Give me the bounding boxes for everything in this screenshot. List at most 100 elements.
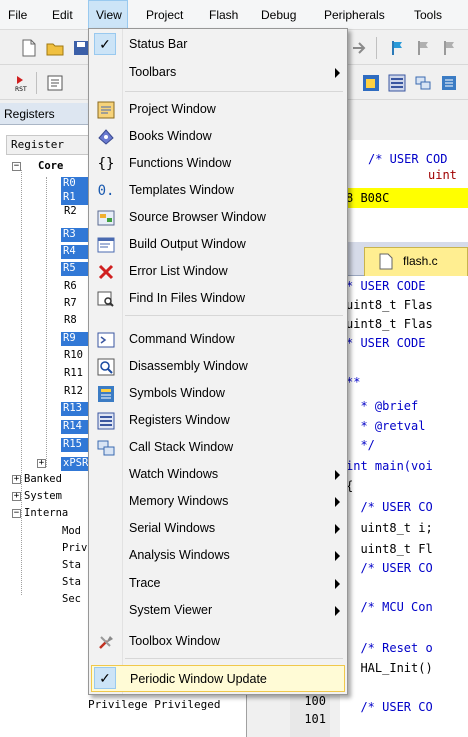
line-number-gutter: 100 101 xyxy=(290,692,330,737)
menu-item-status-bar[interactable]: ✓ Status Bar xyxy=(91,31,345,58)
menu-item-watch-windows[interactable]: Watch Windows xyxy=(91,461,345,488)
menu-item-call-stack-window[interactable]: Call Stack Window xyxy=(91,434,345,461)
menu-file[interactable]: File xyxy=(8,0,27,30)
menu-separator xyxy=(125,91,343,92)
register-r2[interactable]: R2 xyxy=(64,205,77,219)
menu-debug[interactable]: Debug xyxy=(261,0,296,30)
tab-flash-c[interactable]: flash.c xyxy=(364,247,468,276)
menu-item-label: Serial Windows xyxy=(129,521,216,535)
expand-banked-icon[interactable]: + xyxy=(12,475,21,484)
call-stack-icon xyxy=(97,440,115,456)
symbols-toolbar-icon[interactable] xyxy=(440,74,458,92)
menu-item-toolbars[interactable]: Toolbars xyxy=(91,59,345,86)
tree-internal-mode[interactable]: Mod xyxy=(62,525,81,539)
register-r12[interactable]: R12 xyxy=(64,385,83,399)
code-line: HAL_Init() xyxy=(346,661,433,675)
menu-item-label: Symbols Window xyxy=(129,386,225,400)
menu-item-label: Call Stack Window xyxy=(129,440,234,454)
reset-rst-icon[interactable]: RST xyxy=(14,74,32,92)
tree-internal-states[interactable]: Sta xyxy=(62,576,81,590)
menu-item-templates-window[interactable]: 0. Templates Window xyxy=(91,177,345,204)
open-folder-icon[interactable] xyxy=(46,39,64,57)
new-file-icon[interactable] xyxy=(20,39,38,57)
expand-system-icon[interactable]: + xyxy=(12,492,21,501)
current-instruction-line: 8 B08C xyxy=(340,188,468,208)
menu-bar: File Edit View Project Flash Debug Perip… xyxy=(0,0,468,30)
collapse-core-icon[interactable]: − xyxy=(12,162,21,171)
menu-item-label: Trace xyxy=(129,576,161,590)
register-r8[interactable]: R8 xyxy=(64,314,77,328)
register-r11[interactable]: R11 xyxy=(64,367,83,381)
bookmark-icon[interactable] xyxy=(388,39,406,57)
symbols-icon xyxy=(98,386,114,402)
toolbar-separator xyxy=(36,72,37,94)
menu-item-periodic-window-update[interactable]: ✓ Periodic Window Update xyxy=(91,665,345,692)
tree-internal-privilege[interactable]: Priv xyxy=(62,542,87,556)
menu-item-functions-window[interactable]: {} Functions Window xyxy=(91,150,345,177)
submenu-arrow-icon xyxy=(335,579,340,589)
tree-system[interactable]: System xyxy=(24,490,62,504)
register-r10[interactable]: R10 xyxy=(64,349,83,363)
menu-peripherals[interactable]: Peripherals xyxy=(324,0,385,30)
menu-project[interactable]: Project xyxy=(146,0,183,30)
menu-item-label: Watch Windows xyxy=(129,467,219,481)
menu-item-label: Disassembly Window xyxy=(129,359,248,373)
menu-flash[interactable]: Flash xyxy=(209,0,238,30)
prev-bookmark-icon[interactable] xyxy=(414,39,432,57)
code-line: ** xyxy=(346,375,361,389)
menu-item-registers-window[interactable]: Registers Window xyxy=(91,407,345,434)
templates-icon: 0. xyxy=(97,183,115,199)
register-column-header[interactable]: Register xyxy=(6,135,92,155)
menu-item-label: Templates Window xyxy=(129,183,234,197)
call-stack-toolbar-icon[interactable] xyxy=(414,74,432,92)
books-icon xyxy=(98,129,114,145)
tree-guide-line xyxy=(21,170,22,595)
menu-item-build-output-window[interactable]: Build Output Window xyxy=(91,231,345,258)
menu-item-disassembly-window[interactable]: Disassembly Window xyxy=(91,353,345,380)
menu-item-symbols-window[interactable]: Symbols Window xyxy=(91,380,345,407)
menu-item-analysis-windows[interactable]: Analysis Windows xyxy=(91,542,345,569)
tree-core[interactable]: Core xyxy=(38,160,63,174)
disasm-line: uint xyxy=(428,168,457,182)
menu-item-memory-windows[interactable]: Memory Windows xyxy=(91,488,345,515)
submenu-arrow-icon xyxy=(335,497,340,507)
submenu-arrow-icon xyxy=(335,606,340,616)
menu-item-system-viewer[interactable]: System Viewer xyxy=(91,597,345,624)
register-r7[interactable]: R7 xyxy=(64,297,77,311)
register-r6[interactable]: R6 xyxy=(64,280,77,294)
menu-tools[interactable]: Tools xyxy=(414,0,442,30)
menu-item-source-browser-window[interactable]: Source Browser Window xyxy=(91,204,345,231)
menu-item-error-list-window[interactable]: Error List Window xyxy=(91,258,345,285)
menu-item-find-in-files-window[interactable]: Find In Files Window xyxy=(91,285,345,312)
collapse-internal-icon[interactable]: − xyxy=(12,509,21,518)
menu-item-label: Books Window xyxy=(129,129,212,143)
tree-banked[interactable]: Banked xyxy=(24,473,62,487)
menu-edit[interactable]: Edit xyxy=(52,0,73,30)
expand-xpsr-icon[interactable]: + xyxy=(37,459,46,468)
tree-internal-stack[interactable]: Sta xyxy=(62,559,81,573)
menu-item-trace[interactable]: Trace xyxy=(91,570,345,597)
menu-item-label: Command Window xyxy=(129,332,235,346)
tree-internal[interactable]: Interna xyxy=(24,507,68,521)
registers-toolbar-icon[interactable] xyxy=(388,74,406,92)
menu-item-label: Error List Window xyxy=(129,264,228,278)
next-bookmark-icon[interactable] xyxy=(440,39,458,57)
menu-item-books-window[interactable]: Books Window xyxy=(91,123,345,150)
code-line: /* MCU Con xyxy=(346,600,433,614)
disassembly-toolbar-icon[interactable] xyxy=(46,74,64,92)
menu-item-command-window[interactable]: Command Window xyxy=(91,326,345,353)
menu-item-label: Analysis Windows xyxy=(129,548,230,562)
project-window-toolbar-icon[interactable] xyxy=(362,74,380,92)
check-icon: ✓ xyxy=(94,667,116,689)
nav-forward-icon[interactable] xyxy=(350,39,368,57)
menu-item-serial-windows[interactable]: Serial Windows xyxy=(91,515,345,542)
functions-icon: {} xyxy=(97,156,115,172)
registers-icon xyxy=(97,412,115,430)
menu-item-label: Status Bar xyxy=(129,37,188,51)
menu-item-toolbox-window[interactable]: Toolbox Window xyxy=(91,628,345,655)
tree-internal-sec[interactable]: Sec xyxy=(62,593,81,607)
disasm-line: /* USER COD xyxy=(368,152,448,166)
menu-view[interactable]: View xyxy=(88,0,128,30)
menu-item-project-window[interactable]: Project Window xyxy=(91,96,345,123)
submenu-arrow-icon xyxy=(335,551,340,561)
